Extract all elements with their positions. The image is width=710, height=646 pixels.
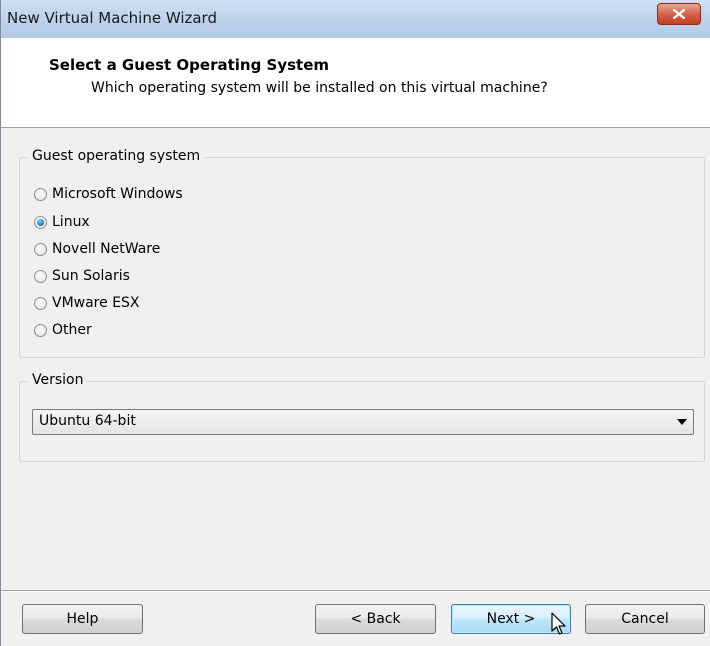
radio-button[interactable] (34, 269, 47, 283)
next-button[interactable]: Next > (451, 604, 571, 634)
radio-label: Linux (52, 214, 90, 230)
version-group-label: Version (28, 372, 88, 388)
page-subtitle: Which operating system will be installed… (91, 80, 548, 96)
radio-option-microsoft-windows[interactable]: Microsoft Windows (34, 183, 183, 205)
radio-label: Novell NetWare (52, 241, 161, 257)
radio-option-linux[interactable]: Linux (34, 211, 90, 233)
wizard-window: New Virtual Machine Wizard Select a Gues… (0, 0, 710, 646)
footer-divider (1, 590, 710, 592)
radio-option-sun-solaris[interactable]: Sun Solaris (34, 265, 130, 287)
radio-option-vmware-esx[interactable]: VMware ESX (34, 292, 140, 314)
cancel-button[interactable]: Cancel (585, 604, 705, 634)
wizard-header: Select a Guest Operating System Which op… (1, 38, 710, 128)
radio-button[interactable] (34, 323, 47, 337)
radio-label: VMware ESX (52, 295, 140, 311)
radio-label: Sun Solaris (52, 268, 130, 284)
radio-button[interactable] (34, 242, 47, 256)
radio-button-selected[interactable] (34, 215, 47, 229)
radio-label: Other (52, 322, 92, 338)
window-title: New Virtual Machine Wizard (7, 9, 217, 27)
page-title: Select a Guest Operating System (49, 56, 330, 74)
chevron-down-icon[interactable] (677, 419, 687, 425)
version-dropdown[interactable]: Ubuntu 64-bit (32, 409, 694, 435)
version-selected-value: Ubuntu 64-bit (39, 413, 136, 429)
radio-button[interactable] (34, 187, 47, 201)
help-button[interactable]: Help (22, 604, 143, 634)
close-button[interactable] (657, 3, 701, 25)
close-x-icon (673, 9, 685, 19)
guest-os-group: Guest operating system Microsoft Windows… (19, 148, 705, 358)
version-group: Version Ubuntu 64-bit (19, 372, 705, 462)
radio-label: Microsoft Windows (52, 186, 183, 202)
title-bar[interactable]: New Virtual Machine Wizard (1, 0, 710, 38)
guest-os-group-label: Guest operating system (28, 148, 205, 164)
radio-option-other[interactable]: Other (34, 319, 92, 341)
radio-button[interactable] (34, 296, 47, 310)
back-button[interactable]: < Back (315, 604, 436, 634)
radio-option-novell-netware[interactable]: Novell NetWare (34, 238, 160, 260)
